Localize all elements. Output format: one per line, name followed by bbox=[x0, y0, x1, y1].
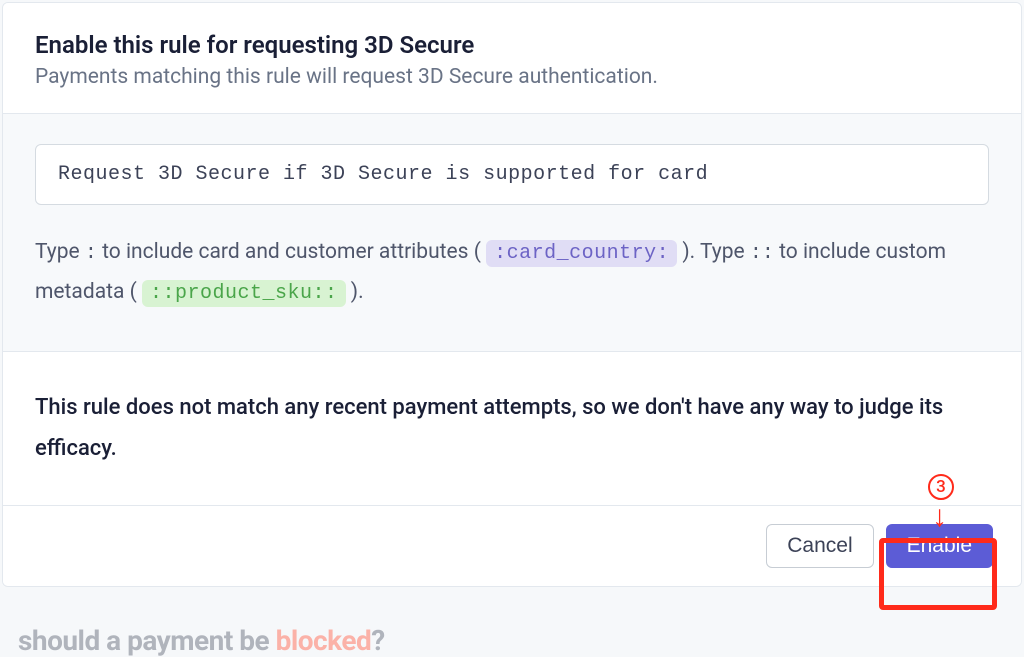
rule-hint: Type : to include card and customer attr… bbox=[35, 233, 989, 313]
cancel-button[interactable]: Cancel bbox=[766, 524, 873, 568]
rule-input[interactable]: Request 3D Secure if 3D Secure is suppor… bbox=[35, 144, 989, 205]
hint-token-colon: : bbox=[85, 242, 97, 265]
background-faded-text: should a payment be blocked? bbox=[18, 624, 385, 657]
modal-title: Enable this rule for requesting 3D Secur… bbox=[35, 31, 989, 59]
result-text: This rule does not match any recent paym… bbox=[35, 388, 989, 469]
modal-body: Request 3D Secure if 3D Secure is suppor… bbox=[3, 114, 1021, 352]
rule-modal: Enable this rule for requesting 3D Secur… bbox=[2, 2, 1022, 587]
hint-text-5: ). bbox=[346, 280, 364, 304]
bg-text-1: should a payment be bbox=[18, 624, 276, 657]
hint-text-3: ). Type bbox=[677, 240, 750, 264]
annotation-arrow-down-icon: ↓ bbox=[932, 502, 947, 532]
annotation-step-circle: 3 bbox=[928, 474, 954, 500]
modal-subtitle: Payments matching this rule will request… bbox=[35, 65, 989, 89]
bg-text-2: ? bbox=[371, 624, 384, 657]
annotation-step-number: 3 bbox=[936, 477, 946, 497]
hint-pill-card-country: :card_country: bbox=[486, 240, 677, 267]
modal-result: This rule does not match any recent paym… bbox=[3, 352, 1021, 505]
hint-pill-product-sku: ::product_sku:: bbox=[142, 280, 346, 307]
modal-footer: Cancel Enable bbox=[3, 505, 1021, 586]
hint-text-1: Type bbox=[35, 240, 85, 264]
bg-text-blocked: blocked bbox=[276, 624, 372, 657]
hint-token-double-colon: :: bbox=[750, 242, 774, 265]
modal-header: Enable this rule for requesting 3D Secur… bbox=[3, 3, 1021, 114]
hint-text-2: to include card and customer attributes … bbox=[97, 240, 486, 264]
